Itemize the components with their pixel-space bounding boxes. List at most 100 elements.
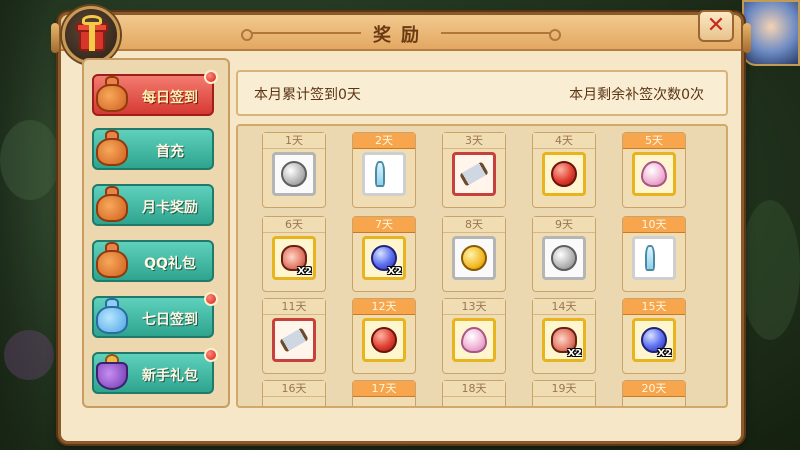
money-bag-icon: [92, 126, 132, 168]
red-orb-icon: [371, 327, 397, 353]
silver-coin-icon: [551, 245, 577, 271]
day-reward-cell[interactable]: 9天: [532, 216, 596, 292]
reward-item-slot[interactable]: [542, 236, 586, 280]
sidebar-tab-label: 每日签到: [142, 90, 198, 106]
blue-bag-icon: [92, 294, 132, 336]
day-reward-cell[interactable]: 7天 X2: [352, 216, 416, 292]
header-knob-right: [743, 23, 751, 53]
day-reward-cell[interactable]: 5天: [622, 132, 686, 208]
sidebar-tab-label: 首充: [156, 144, 184, 160]
day-reward-cell[interactable]: 10天: [622, 216, 686, 292]
day-reward-cell[interactable]: 16天: [262, 380, 326, 406]
reward-item-slot[interactable]: [362, 152, 406, 196]
day-label: 12天: [353, 299, 415, 315]
day-reward-cell[interactable]: 14天 X2: [532, 298, 596, 374]
treasure-bowl-icon: [92, 350, 132, 392]
scroll-icon: [279, 327, 309, 353]
day-label: 6天: [263, 217, 325, 233]
egg-icon: [461, 327, 487, 353]
potion-icon: [645, 245, 655, 271]
item-quantity: X2: [387, 266, 402, 277]
day-label: 14天: [533, 299, 595, 315]
monthly-signin-count: 本月累计签到0天: [254, 87, 361, 103]
notification-dot: [204, 292, 218, 306]
day-label: 8天: [443, 217, 505, 233]
reward-item-slot[interactable]: X2: [542, 318, 586, 362]
day-reward-cell[interactable]: 6天 X2: [262, 216, 326, 292]
gold-coin-icon: [461, 245, 487, 271]
reward-item-slot[interactable]: [362, 318, 406, 362]
sidebar-tab-label: 新手礼包: [142, 368, 198, 384]
day-label: 11天: [263, 299, 325, 315]
makeup-signin-remaining: 本月剩余补签次数0次: [569, 87, 704, 103]
reward-item-slot[interactable]: [632, 152, 676, 196]
sidebar-tab-label: QQ礼包: [144, 256, 196, 272]
reward-item-slot[interactable]: [272, 318, 316, 362]
day-label: 20天: [623, 381, 685, 397]
money-bag-icon: [92, 182, 132, 224]
close-button[interactable]: ✕: [698, 10, 734, 42]
reward-item-slot[interactable]: [452, 236, 496, 280]
day-reward-cell[interactable]: 11天: [262, 298, 326, 374]
day-reward-cell[interactable]: 19天: [532, 380, 596, 406]
day-label: 4天: [533, 133, 595, 149]
day-reward-cell[interactable]: 12天: [352, 298, 416, 374]
dialog-title: 奖励: [373, 25, 429, 46]
reward-item-slot[interactable]: [452, 318, 496, 362]
day-reward-cell[interactable]: 8天: [442, 216, 506, 292]
background-tree: [0, 120, 60, 200]
day-label: 3天: [443, 133, 505, 149]
day-label: 17天: [353, 381, 415, 397]
egg-icon: [641, 161, 667, 187]
background-bush: [4, 330, 54, 380]
reward-item-slot[interactable]: X2: [362, 236, 406, 280]
money-bag-icon: [92, 238, 132, 280]
item-quantity: X2: [567, 348, 582, 359]
day-reward-cell[interactable]: 3天: [442, 132, 506, 208]
day-label: 18天: [443, 381, 505, 397]
header-ornament-right: [441, 29, 561, 41]
day-label: 19天: [533, 381, 595, 397]
reward-category-list: 每日签到首充月卡奖励 QQ礼包七日签到新手礼包: [82, 58, 230, 408]
item-quantity: X2: [297, 266, 312, 277]
sidebar-tab-6[interactable]: 新手礼包: [92, 348, 218, 394]
day-reward-cell[interactable]: 15天 X2: [622, 298, 686, 374]
sidebar-tab-1[interactable]: 每日签到: [92, 70, 218, 116]
day-reward-cell[interactable]: 1天: [262, 132, 326, 208]
daily-reward-grid[interactable]: 1天 2天 3天 4天 5天 6天 X2 7天 X2 8天 9天 10天 11天 12天 13天 14天 X2 1…: [236, 124, 728, 408]
day-label: 13天: [443, 299, 505, 315]
day-reward-cell[interactable]: 20天: [622, 380, 686, 406]
header-knob-left: [51, 23, 59, 53]
day-reward-cell[interactable]: 17天: [352, 380, 416, 406]
sidebar-tab-3[interactable]: 月卡奖励: [92, 184, 214, 226]
reward-item-slot[interactable]: [632, 236, 676, 280]
day-reward-cell[interactable]: 13天: [442, 298, 506, 374]
day-label: 15天: [623, 299, 685, 315]
reward-item-slot[interactable]: [542, 152, 586, 196]
scroll-icon: [459, 161, 489, 187]
notification-dot: [204, 70, 218, 84]
sidebar-tab-4[interactable]: QQ礼包: [92, 240, 214, 282]
sidebar-tab-2[interactable]: 首充: [92, 128, 214, 170]
day-reward-cell[interactable]: 4天: [532, 132, 596, 208]
day-label: 2天: [353, 133, 415, 149]
sidebar-tab-label: 七日签到: [142, 312, 198, 328]
potion-icon: [375, 161, 385, 187]
sidebar-tab-label: 月卡奖励: [142, 200, 198, 216]
sidebar-tab-5[interactable]: 七日签到: [92, 292, 218, 338]
signin-summary-bar: 本月累计签到0天 本月剩余补签次数0次: [236, 70, 728, 116]
day-label: 5天: [623, 133, 685, 149]
reward-item-slot[interactable]: X2: [272, 236, 316, 280]
day-label: 9天: [533, 217, 595, 233]
day-reward-cell[interactable]: 2天: [352, 132, 416, 208]
day-label: 10天: [623, 217, 685, 233]
background-left-edge: [0, 0, 58, 450]
reward-item-slot[interactable]: [272, 152, 316, 196]
money-bag-icon: [92, 72, 132, 114]
silver-coin-icon: [281, 161, 307, 187]
reward-item-slot[interactable]: [452, 152, 496, 196]
reward-item-slot[interactable]: X2: [632, 318, 676, 362]
background-foliage: [740, 200, 800, 340]
day-reward-cell[interactable]: 18天: [442, 380, 506, 406]
item-quantity: X2: [657, 348, 672, 359]
